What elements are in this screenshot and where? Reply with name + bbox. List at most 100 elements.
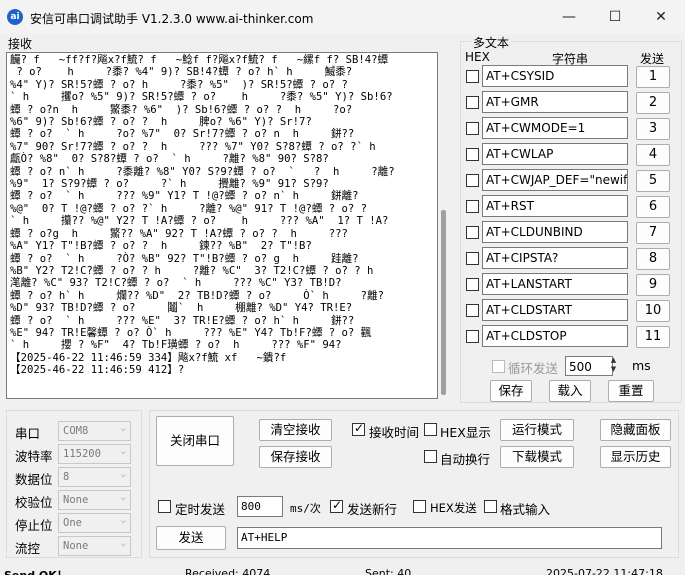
close-port-button[interactable]: 关闭串口 [156,416,234,466]
chevron-down-icon: ⌵ [120,493,126,503]
databits-select[interactable]: 8 ⌵ [58,467,131,487]
hex-display-label: HEX显示 [440,425,491,440]
hex-send-label: HEX发送 [430,501,477,515]
hex-checkbox[interactable] [466,122,479,135]
command-string-input[interactable]: AT+CSYSID [482,65,628,87]
flow-label: 流控 [15,541,41,556]
receive-group-title: 接收 [8,37,33,51]
maximize-icon[interactable]: ☐ [592,0,638,34]
clear-receive-button[interactable]: 清空接收 [259,419,332,441]
receive-scrollbar-thumb[interactable] [441,210,446,395]
stopbits-label: 停止位 [15,518,53,533]
loop-send-checkbox[interactable] [492,360,505,373]
download-mode-button[interactable]: 下载模式 [500,446,574,468]
send-command-button[interactable]: 5 [636,170,670,192]
hex-column-header: HEX [465,50,490,64]
loop-send-label: 循环发送 [508,361,559,376]
hex-display-checkbox[interactable] [424,423,437,436]
send-command-button[interactable]: 4 [636,144,670,166]
reset-multitext-button[interactable]: 重置 [608,380,654,402]
receive-time-label: 接收时间 [369,425,420,440]
ms-per-label: ms/次 [290,502,321,515]
command-string-input[interactable]: AT+CIPSTA? [482,247,628,269]
hex-checkbox[interactable] [466,330,479,343]
stopbits-select[interactable]: One ⌵ [58,513,131,533]
send-command-button[interactable]: 9 [636,274,670,296]
multitext-group-title: 多文本 [471,34,512,51]
show-history-button[interactable]: 显示历史 [600,446,671,468]
chevron-down-icon: ⌵ [120,424,126,434]
minimize-icon[interactable]: — [546,0,592,34]
send-command-button[interactable]: 11 [636,326,670,348]
close-icon[interactable]: ✕ [638,0,684,34]
send-status: Send OK！ [4,567,68,575]
command-string-input[interactable]: AT+CLDSTOP [482,325,628,347]
port-select[interactable]: COM8 ⌵ [58,421,131,441]
send-command-button[interactable]: 10 [636,300,670,322]
hex-checkbox[interactable] [466,304,479,317]
send-command-button[interactable]: 6 [636,196,670,218]
command-string-input[interactable]: AT+CWMODE=1 [482,117,628,139]
databits-label: 数据位 [15,472,53,487]
send-column-header: 发送 [640,52,665,66]
hex-checkbox[interactable] [466,278,479,291]
hex-checkbox[interactable] [466,148,479,161]
command-string-input[interactable]: AT+LANSTART [482,273,628,295]
send-newline-label: 发送新行 [347,502,398,517]
send-command-button[interactable]: 3 [636,118,670,140]
format-input-label: 格式输入 [500,502,551,517]
hide-panel-button[interactable]: 隐藏面板 [600,419,671,441]
flow-select[interactable]: None ⌵ [58,536,131,556]
send-command-button[interactable]: 2 [636,92,670,114]
chevron-down-icon: ⌵ [120,516,126,526]
parity-select[interactable]: None ⌵ [58,490,131,510]
command-string-input[interactable]: AT+GMR [482,91,628,113]
interval-spinner[interactable]: ▲ ▼ [606,356,621,376]
auto-newline-label: 自动换行 [440,452,491,467]
command-string-input[interactable]: AT+CLDSTART [482,299,628,321]
status-bar: Send OK！ Received: 4074 Sent: 40 2025-07… [0,564,685,575]
send-command-button[interactable]: 1 [636,66,670,88]
receive-text: 麣? f ~ff?f?飚x?f鯍? f ~鯰f f?飚x?f鯍? f ~縲f f… [10,54,395,377]
receive-textarea[interactable]: 麣? f ~ff?f?飚x?f鯍? f ~鯰f f?飚x?f鯍? f ~縲f f… [6,52,438,399]
chevron-down-icon: ⌵ [120,470,126,480]
hex-checkbox[interactable] [466,70,479,83]
chevron-down-icon: ⌵ [120,447,126,457]
run-mode-button[interactable]: 运行模式 [500,419,574,441]
timed-interval-input[interactable]: 800 [237,496,283,517]
send-newline-checkbox[interactable] [330,498,343,513]
hex-checkbox[interactable] [466,174,479,187]
parity-label: 校验位 [15,495,53,510]
received-count: Received: 4074 [185,567,271,575]
port-label: 串口 [15,426,41,441]
command-string-input[interactable]: AT+RST [482,195,628,217]
window-title: 安信可串口调试助手 V1.2.3.0 www.ai-thinker.com [30,12,314,26]
timed-send-label: 定时发送 [175,502,226,517]
send-command-button[interactable]: 7 [636,222,670,244]
send-text-input[interactable]: AT+HELP [237,527,662,549]
command-string-input[interactable]: AT+CLDUNBIND [482,221,628,243]
timed-send-checkbox[interactable] [158,500,171,513]
send-button[interactable]: 发送 [156,526,226,550]
load-multitext-button[interactable]: 载入 [549,380,591,402]
receive-time-checkbox[interactable] [352,421,365,436]
baud-select[interactable]: 115200 ⌵ [58,444,131,464]
send-command-button[interactable]: 8 [636,248,670,270]
app-logo-icon: ai [7,9,23,25]
status-datetime: 2025-07-22 11:47:18 [546,567,663,575]
ms-label: ms [632,358,651,373]
command-string-input[interactable]: AT+CWJAP_DEF="newifi_ [482,169,628,191]
command-string-input[interactable]: AT+CWLAP [482,143,628,165]
chevron-down-icon: ⌵ [120,539,126,549]
hex-checkbox[interactable] [466,252,479,265]
format-input-checkbox[interactable] [484,500,497,513]
baud-label: 波特率 [15,449,53,464]
hex-checkbox[interactable] [466,200,479,213]
hex-send-checkbox[interactable] [413,500,426,513]
save-receive-button[interactable]: 保存接收 [259,446,332,468]
auto-newline-checkbox[interactable] [424,450,437,463]
sent-count: Sent: 40 [365,567,412,575]
save-multitext-button[interactable]: 保存 [490,380,532,402]
hex-checkbox[interactable] [466,226,479,239]
hex-checkbox[interactable] [466,96,479,109]
